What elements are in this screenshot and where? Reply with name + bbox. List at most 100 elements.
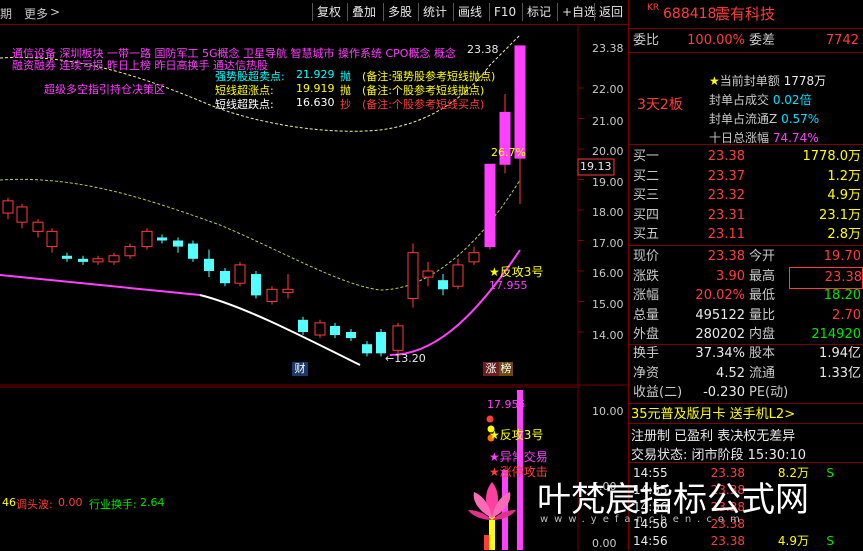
candle-body (282, 288, 294, 293)
y-tick: 16.00 (592, 267, 624, 280)
stats-button[interactable]: 统计 (418, 3, 451, 21)
candle-body (78, 258, 88, 262)
weicha-label: 委差 (749, 33, 776, 48)
stock-title: KR 688418 震有科技 (629, 3, 863, 26)
ind-row-3-label: 短线超跌点: (215, 98, 274, 111)
limit-tag: 3天2板 (637, 97, 683, 113)
quote-label: 最低 (749, 288, 776, 303)
bid-row[interactable]: 买二 23.37 1.2万 (629, 167, 863, 187)
candle-body (204, 258, 214, 271)
top-toolbar: 期 更多 > 复权 叠加 多股 统计 画线 F10 标记 +自选 返回 (0, 0, 627, 25)
bid-label: 买四 (633, 207, 660, 223)
overlay-button[interactable]: 叠加 (347, 3, 380, 21)
bid-row[interactable]: 买三 23.32 4.9万 (629, 186, 863, 206)
quote-row: 收益(二) -0.230 PE(动) (629, 383, 863, 403)
sub-attack-text: 反攻3号 (499, 428, 544, 442)
quote-label: 总量 (633, 307, 660, 323)
stock-code: 688418 (663, 6, 717, 22)
quote-label: 换手 (633, 346, 660, 361)
y-tick: 21.00 (592, 115, 624, 128)
y-tick-sub: 10.00 (592, 405, 624, 418)
candle-body (330, 325, 340, 336)
candle-body (16, 206, 28, 223)
more-menu[interactable]: 更多 (24, 5, 48, 22)
candle-body (157, 237, 167, 241)
candle-body (46, 230, 58, 248)
candle-body (407, 252, 419, 299)
quote-value: 495122 (695, 307, 745, 323)
weicha-value: 7742 (825, 33, 859, 48)
seal-row: 封单占流通Z 0.57% (709, 112, 820, 126)
sub-value: 17.955 (487, 398, 526, 411)
candle-body (514, 45, 526, 159)
quote-value: 4.52 (716, 365, 745, 381)
bid-row[interactable]: 买一 23.38 1778.0万 (629, 147, 863, 167)
seal-info: ★当前封单额 1778万 封单占成交 0.02倍 封单占流通Z 0.57% 十日… (709, 72, 826, 148)
promo-link[interactable]: 35元普及版月卡 送手机L2> (631, 403, 795, 422)
back-button[interactable]: 返回 (594, 3, 627, 21)
quote-row: 涨跌 3.90 最高 23.38 (629, 266, 863, 289)
quote-label: 量比 (749, 307, 776, 323)
bid-volume: 1.2万 (827, 168, 861, 184)
ind-row-3-tag: 抄 (340, 98, 351, 111)
tick-time: 14:56 (633, 534, 668, 548)
quote-row: 总量 495122 量比 2.70 (629, 306, 863, 326)
candle-body (188, 243, 198, 259)
quote-value: 19.70 (823, 249, 861, 264)
hy-value: 2.64 (140, 496, 165, 509)
limit-up-badge[interactable]: 涨 (483, 362, 499, 376)
mark-button[interactable]: 标记 (522, 3, 555, 21)
seal-row: ★当前封单额 1778万 (709, 74, 827, 88)
quote-label: 最高 (749, 268, 776, 284)
bid-price: 23.37 (707, 168, 745, 184)
quote-label: 现价 (633, 249, 660, 264)
quote-value: 23.38 (707, 249, 745, 264)
indicator-title: 超级多空指引持仓决策区 (44, 83, 165, 96)
bid-label: 买一 (633, 149, 660, 164)
candle-body (298, 319, 308, 332)
quote-value: 280202 (695, 327, 745, 342)
candle-body (392, 325, 404, 351)
candle-body (376, 332, 386, 354)
candle-body (362, 344, 372, 354)
quote-row: 涨幅 20.02% 最低 18.20 (629, 286, 863, 306)
quote-value: -0.230 (703, 385, 745, 400)
middle-band-line (0, 178, 521, 291)
tick-price: 23.38 (710, 534, 745, 548)
draw-line-button[interactable]: 画线 (453, 3, 486, 21)
candle-body (314, 322, 326, 336)
bid-label: 买二 (633, 168, 660, 184)
bid-row[interactable]: 买四 23.31 23.1万 (629, 206, 863, 226)
tiao-label: 调头波: (16, 498, 53, 511)
billboard-badge[interactable]: 榜 (499, 362, 513, 376)
candle-body (173, 240, 183, 247)
y-tick-sub: 0.00 (592, 537, 617, 550)
low-label: ←13.20 (385, 352, 426, 365)
more-arrow-icon[interactable]: > (50, 5, 60, 19)
tiao-value: 0.00 (58, 496, 83, 509)
quote-row: 净资 4.52 流通 1.33亿 (629, 364, 863, 384)
candle-body (468, 252, 480, 263)
multi-stock-button[interactable]: 多股 (383, 3, 416, 21)
quote-label: 净资 (633, 365, 660, 381)
sub-abnormal-text: 异常交易 (499, 450, 548, 464)
quote-label: 股本 (749, 346, 776, 361)
bid-row[interactable]: 买五 23.11 2.8万 (629, 225, 863, 245)
candle-body (220, 271, 230, 284)
period-label[interactable]: 期 (0, 5, 12, 22)
fuquan-button[interactable]: 复权 (312, 3, 345, 21)
trade-status: 交易状态: 闭市阶段 15:30:10 (631, 448, 807, 463)
candle-body (62, 255, 72, 259)
candle-body (266, 288, 278, 302)
high-label: 23.38 (467, 43, 499, 56)
quote-label: 流通 (749, 365, 776, 381)
finance-badge[interactable]: 财 (292, 362, 308, 376)
candle-body (346, 332, 356, 339)
weibi-row: 委比 100.00% 委差 7742 (629, 31, 863, 51)
candle-body (251, 274, 261, 296)
y-tick: 18.00 (592, 206, 624, 219)
candle-body (234, 264, 246, 284)
ind-row-1-value: 21.929 (296, 68, 335, 81)
seal-row: 封单占成交 0.02倍 (709, 93, 812, 107)
f10-button[interactable]: F10 (489, 3, 520, 21)
